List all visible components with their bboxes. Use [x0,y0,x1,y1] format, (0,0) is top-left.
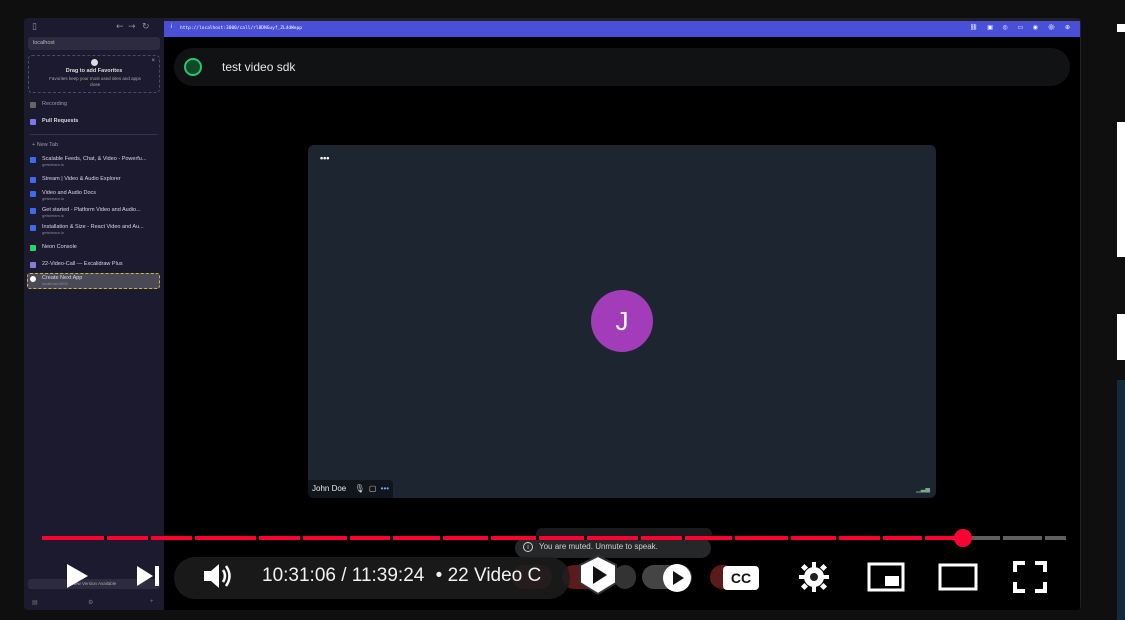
miniplayer-icon[interactable] [867,562,905,592]
chapter-title[interactable]: • 22 Video C [436,565,542,586]
scrollbar-track [1117,380,1125,620]
camera-off-icon: ▢ [368,484,377,493]
address-url[interactable]: http://localhost:3000/call/rl8DNGuyf_ZL4… [180,26,302,31]
stream-icon [30,208,36,214]
recording-icon [30,102,36,108]
participant-label: John Doe 🎙 ▢ ••• [308,480,394,498]
progress-played [42,536,963,540]
stream-icon [30,157,36,163]
chapter-gap [1000,536,1003,540]
muted-toast-text: You are muted. Unmute to speak. [539,542,658,552]
captions-button[interactable]: CC [723,566,759,590]
chapter-gap [192,536,195,540]
call-header: test video sdk [174,48,1070,86]
pull-requests-icon [30,119,36,125]
more-options-icon[interactable]: ••• [320,153,329,163]
call-name: test video sdk [222,60,296,74]
excalidraw-icon [30,262,36,268]
forward-icon[interactable]: → [128,22,136,32]
chapter-gap [638,536,641,540]
play-icon[interactable] [64,562,90,590]
chapter-gap [536,536,539,540]
chapter-gap [880,536,883,540]
back-icon[interactable]: ← [116,22,124,32]
app-logo-icon [184,58,202,76]
chapter-gap [1042,536,1045,540]
scrollbar-cap [1117,24,1125,32]
browser-sidebar: ▯ ← → ↻ localhost × Drag to add Favorite… [24,18,164,610]
chapter-gap [922,536,925,540]
lock-icon: i [171,24,173,30]
archive-icon[interactable]: ▤ [32,599,38,606]
participant-menu-icon[interactable]: ••• [381,484,389,493]
fullscreen-icon[interactable] [1013,561,1047,593]
participant-avatar: J [591,290,653,352]
theater-mode-icon[interactable] [938,563,978,591]
settings-gear-icon[interactable] [798,561,830,593]
close-icon[interactable]: × [151,58,155,64]
chapter-gap [440,536,443,540]
sidebar-url-field[interactable]: localhost [28,37,160,50]
next-icon[interactable] [135,564,161,588]
progress-bar[interactable] [42,529,1066,547]
volume-icon[interactable] [202,562,234,590]
screen-recording: ▯ ← → ↻ localhost × Drag to add Favorite… [24,18,1081,610]
favorites-description: Favorites keep your most used sites and … [49,76,141,87]
miniplay-icon[interactable] [662,563,692,593]
chapter-gap [682,536,685,540]
autoplay-play-icon[interactable] [576,553,620,597]
scrollbar-segment [1117,314,1125,360]
progress-remaining [963,536,1066,540]
connection-quality-icon: ▁▃▅ [916,487,930,493]
page-scrollbar[interactable] [1117,24,1125,620]
scrubber-handle[interactable] [954,529,972,547]
browser-content: i http://localhost:3000/call/rl8DNGuyf_Z… [164,21,1080,610]
chapter-gap [256,536,259,540]
chapter-gap [104,536,107,540]
mic-off-icon: 🎙 [354,484,365,493]
participant-name: John Doe [312,484,347,493]
stream-icon [30,191,36,197]
settings-icon[interactable]: ⚙ [88,599,93,606]
stream-icon [30,225,36,231]
video-frame: ▯ ← → ↻ localhost × Drag to add Favorite… [0,0,1125,620]
chapter-gap [148,536,151,540]
chapter-gap [732,536,735,540]
favorites-icon [91,59,98,66]
address-bar: i http://localhost:3000/call/rl8DNGuyf_Z… [164,21,1080,37]
chapter-gap [300,536,303,540]
participant-tile: ••• J John Doe 🎙 ▢ ••• ▁▃▅ [308,145,936,498]
time-current-duration: 10:31:06 / 11:39:24 [262,565,425,586]
sidebar-toggle-icon[interactable]: ▯ [32,22,37,32]
chapter-gap [788,536,791,540]
favorites-dropzone: × Drag to add Favorites Favorites keep y… [28,55,160,93]
scrollbar-thumb[interactable] [1117,122,1125,257]
address-tools-icons[interactable]: ⛓ ▣ ◎ ▭ ◉ ⚙ ⊕ [970,24,1074,31]
time-display: 10:31:06 / 11:39:24 • 22 Video C [262,565,541,587]
stream-icon [30,177,36,183]
chapter-gap [488,536,491,540]
nextjs-icon [30,276,36,282]
info-icon: i [523,542,533,552]
sidebar-divider [30,134,158,135]
add-icon[interactable]: + [150,599,154,605]
reload-icon[interactable]: ↻ [142,22,150,32]
sidebar-toolbar: ▯ ← → ↻ [32,22,160,36]
favorites-title: Drag to add Favorites [65,68,123,74]
chapter-gap [836,536,839,540]
chapter-gap [347,536,350,540]
chapter-gap [390,536,393,540]
chapter-gap [584,536,587,540]
neon-icon [30,245,36,251]
